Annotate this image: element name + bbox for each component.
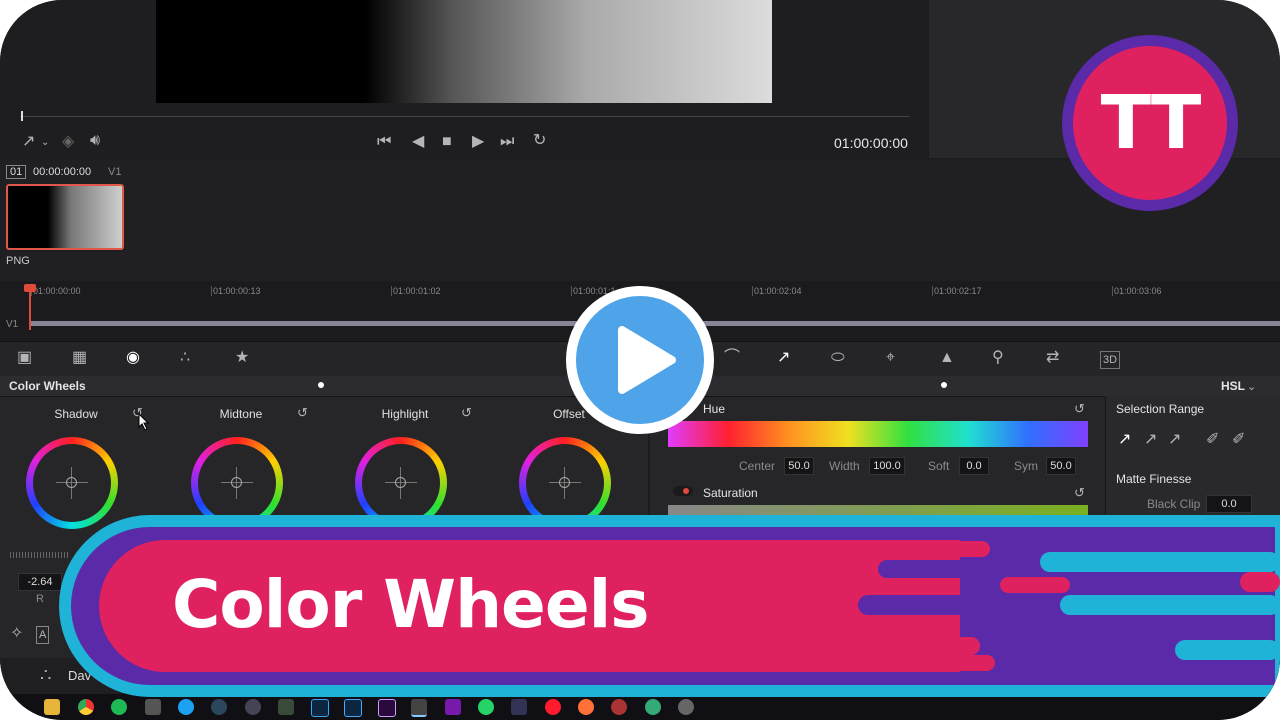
wheel-handle[interactable] bbox=[231, 477, 242, 488]
wheel-handle[interactable] bbox=[559, 477, 570, 488]
screen: ↗ ⌄ ◈ 🔊︎ ⏮︎ ◀︎ ■ ▶︎ ⏭︎ ↻ 01:00:00:00 01 … bbox=[0, 0, 1280, 720]
overlay-title: Color Wheels bbox=[172, 566, 649, 643]
logo-text: TT bbox=[1100, 80, 1202, 166]
wheel-handle[interactable] bbox=[395, 477, 406, 488]
mouse-cursor-icon bbox=[138, 413, 150, 431]
wheel-handle[interactable] bbox=[66, 477, 77, 488]
